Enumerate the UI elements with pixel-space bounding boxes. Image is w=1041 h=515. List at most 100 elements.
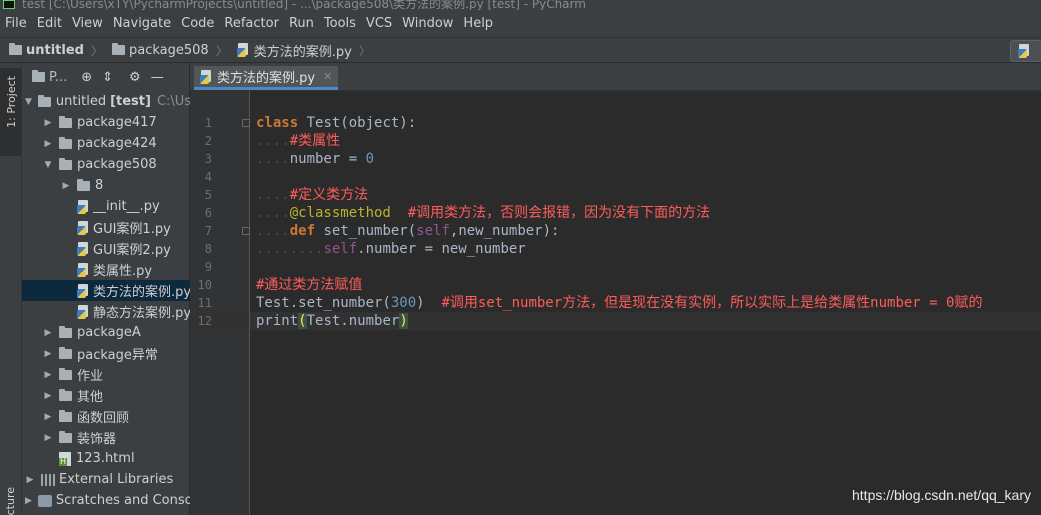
tree-item[interactable]: ▶ Scratches and Console [22, 490, 192, 511]
project-view-selector[interactable]: P... [49, 70, 67, 85]
tree-item-label: package508 [77, 157, 157, 172]
collapsed-arrow-icon[interactable]: ▶ [43, 391, 53, 401]
menu-item-window[interactable]: Window [397, 16, 458, 31]
tree-item[interactable]: ▼ untitled[test] C:\User [22, 91, 192, 112]
tree-item-label: 函数回顾 [77, 411, 130, 426]
code-line[interactable]: ....def set_number(self,new_number): [256, 222, 559, 240]
tree-item[interactable]: ▼ package508 [22, 154, 210, 175]
breadcrumb-project-label: untitled [26, 42, 84, 58]
collapsed-arrow-icon[interactable]: ▶ [43, 139, 53, 149]
python-file-icon [77, 199, 90, 214]
line-number-gutter[interactable]: 1 2 3 4 5 6 7 8 9 10 11 12 [190, 91, 250, 515]
project-panel-toolbar: P... ⊕ ⇕ ⚙ — [22, 63, 190, 91]
folder-icon [59, 346, 72, 359]
run-configuration-selector[interactable] [1010, 40, 1041, 62]
python-file-icon [236, 43, 250, 57]
watermark: https://blog.csdn.net/qq_kary [852, 487, 1031, 503]
folder-icon [59, 115, 72, 128]
menu-item-refactor[interactable]: Refactor [219, 16, 284, 31]
collapsed-arrow-icon[interactable]: ▶ [25, 496, 32, 506]
tree-item-label: 类属性.py [93, 264, 153, 279]
collapsed-arrow-icon[interactable]: ▶ [25, 475, 35, 485]
tree-item[interactable]: ▶ packageA [22, 322, 210, 343]
tab-editor-file[interactable]: 类方法的案例.py ✕ [194, 66, 339, 90]
line-number: 7 [204, 224, 212, 238]
hide-panel-icon[interactable]: — [151, 70, 164, 85]
folder-icon [59, 136, 72, 149]
code-line[interactable]: ....number = 0 [256, 150, 374, 168]
navigation-bar: untitled 〉 package508 〉 类方法的案例.py 〉 [0, 37, 1041, 63]
code-line[interactable]: ....#类属性 [256, 132, 340, 150]
code-line[interactable]: Test.set_number(300) #调用set_number方法，但是现… [256, 294, 982, 312]
code-line[interactable]: ....@classmethod #调用类方法，否则会报错，因为没有下面的方法 [256, 204, 710, 222]
folder-icon [9, 43, 22, 55]
menu-item-file[interactable]: File [0, 16, 32, 31]
close-icon[interactable]: ✕ [323, 70, 332, 83]
breadcrumb-file[interactable]: 类方法的案例.py 〉 [236, 41, 371, 60]
expanded-arrow-icon[interactable]: ▼ [25, 97, 32, 107]
line-number: 5 [204, 188, 212, 202]
code-line[interactable]: print(Test.number) [256, 312, 408, 330]
collapse-all-icon[interactable]: ⇕ [102, 70, 113, 85]
tree-item[interactable]: ▶ 作业 [22, 364, 210, 385]
tree-item[interactable]: ▶ 其他 [22, 385, 210, 406]
line-number: 1 [204, 116, 212, 130]
code-editor[interactable]: https://blog.csdn.net/qq_kary class Test… [250, 91, 1041, 515]
breadcrumb-project[interactable]: untitled 〉 [9, 42, 103, 59]
menu-item-edit[interactable]: Edit [32, 16, 67, 31]
tree-item[interactable]: ▶ package424 [22, 133, 210, 154]
project-tool-tab[interactable]: 1: Project [0, 68, 21, 156]
tree-item-label: 装饰器 [77, 432, 117, 447]
tree-item[interactable]: ▶ 函数回顾 [22, 406, 210, 427]
window-title: test [C:\Users\xTY\PycharmProjects\untit… [22, 0, 586, 10]
menu-item-view[interactable]: View [67, 16, 108, 31]
expanded-arrow-icon[interactable]: ▼ [43, 160, 53, 170]
tree-item[interactable]: ▶ package异常 [22, 343, 210, 364]
project-panel: P... ⊕ ⇕ ⚙ — ▼ untitled[test] C:\User ▶ pack… [22, 63, 228, 515]
tree-item[interactable]: ▶ 装饰器 [22, 427, 210, 448]
menu-item-code[interactable]: Code [176, 16, 219, 31]
folder-icon [37, 94, 51, 107]
menu-item-run[interactable]: Run [284, 16, 319, 31]
folder-icon [59, 157, 72, 170]
collapsed-arrow-icon[interactable]: ▶ [43, 433, 53, 443]
chevron-right-icon: 〉 [215, 43, 228, 58]
menu-item-tools[interactable]: Tools [319, 16, 361, 31]
collapsed-arrow-icon[interactable]: ▶ [43, 118, 53, 128]
line-number: 9 [204, 260, 212, 274]
project-view-icon [32, 70, 45, 82]
breadcrumb-file-label: 类方法的案例.py [253, 44, 352, 60]
tree-item-path: C:\User [156, 94, 192, 109]
fold-marker-icon[interactable] [242, 227, 250, 235]
line-number: 4 [204, 170, 212, 184]
fold-marker-icon[interactable] [242, 119, 250, 127]
collapsed-arrow-icon[interactable]: ▶ [43, 328, 53, 338]
code-line[interactable]: #通过类方法赋值 [256, 276, 362, 294]
line-number: 12 [197, 314, 212, 328]
code-line[interactable]: class Test(object): [256, 114, 416, 132]
menu-item-vcs[interactable]: VCS [361, 16, 397, 31]
folder-icon [77, 178, 90, 191]
breadcrumb-package[interactable]: package508 〉 [112, 42, 228, 59]
code-line[interactable]: ........self.number = new_number [256, 240, 526, 258]
chevron-right-icon: 〉 [90, 43, 103, 58]
code-line[interactable]: ....#定义类方法 [256, 186, 368, 204]
collapsed-arrow-icon[interactable]: ▶ [43, 349, 53, 359]
tree-item[interactable]: 123.html [22, 448, 210, 469]
menu-item-navigate[interactable]: Navigate [108, 16, 176, 31]
scratches-icon [37, 494, 52, 507]
tree-item-label: 8 [95, 178, 104, 193]
collapsed-arrow-icon[interactable]: ▶ [61, 181, 71, 191]
tree-item-label: 123.html [76, 451, 135, 466]
menu-item-help[interactable]: Help [458, 16, 498, 31]
locate-icon[interactable]: ⊕ [81, 70, 92, 85]
left-tool-strip: 1: Project cture [0, 63, 22, 515]
tree-item[interactable]: ▶ External Libraries [22, 469, 192, 490]
collapsed-arrow-icon[interactable]: ▶ [43, 412, 53, 422]
gear-icon[interactable]: ⚙ [129, 70, 141, 85]
collapsed-arrow-icon[interactable]: ▶ [43, 370, 53, 380]
python-file-icon [77, 220, 90, 235]
tree-item[interactable]: ▶ package417 [22, 112, 210, 133]
tree-item-module-tag: [test] [110, 94, 151, 109]
structure-tool-tab[interactable]: cture [4, 487, 17, 515]
